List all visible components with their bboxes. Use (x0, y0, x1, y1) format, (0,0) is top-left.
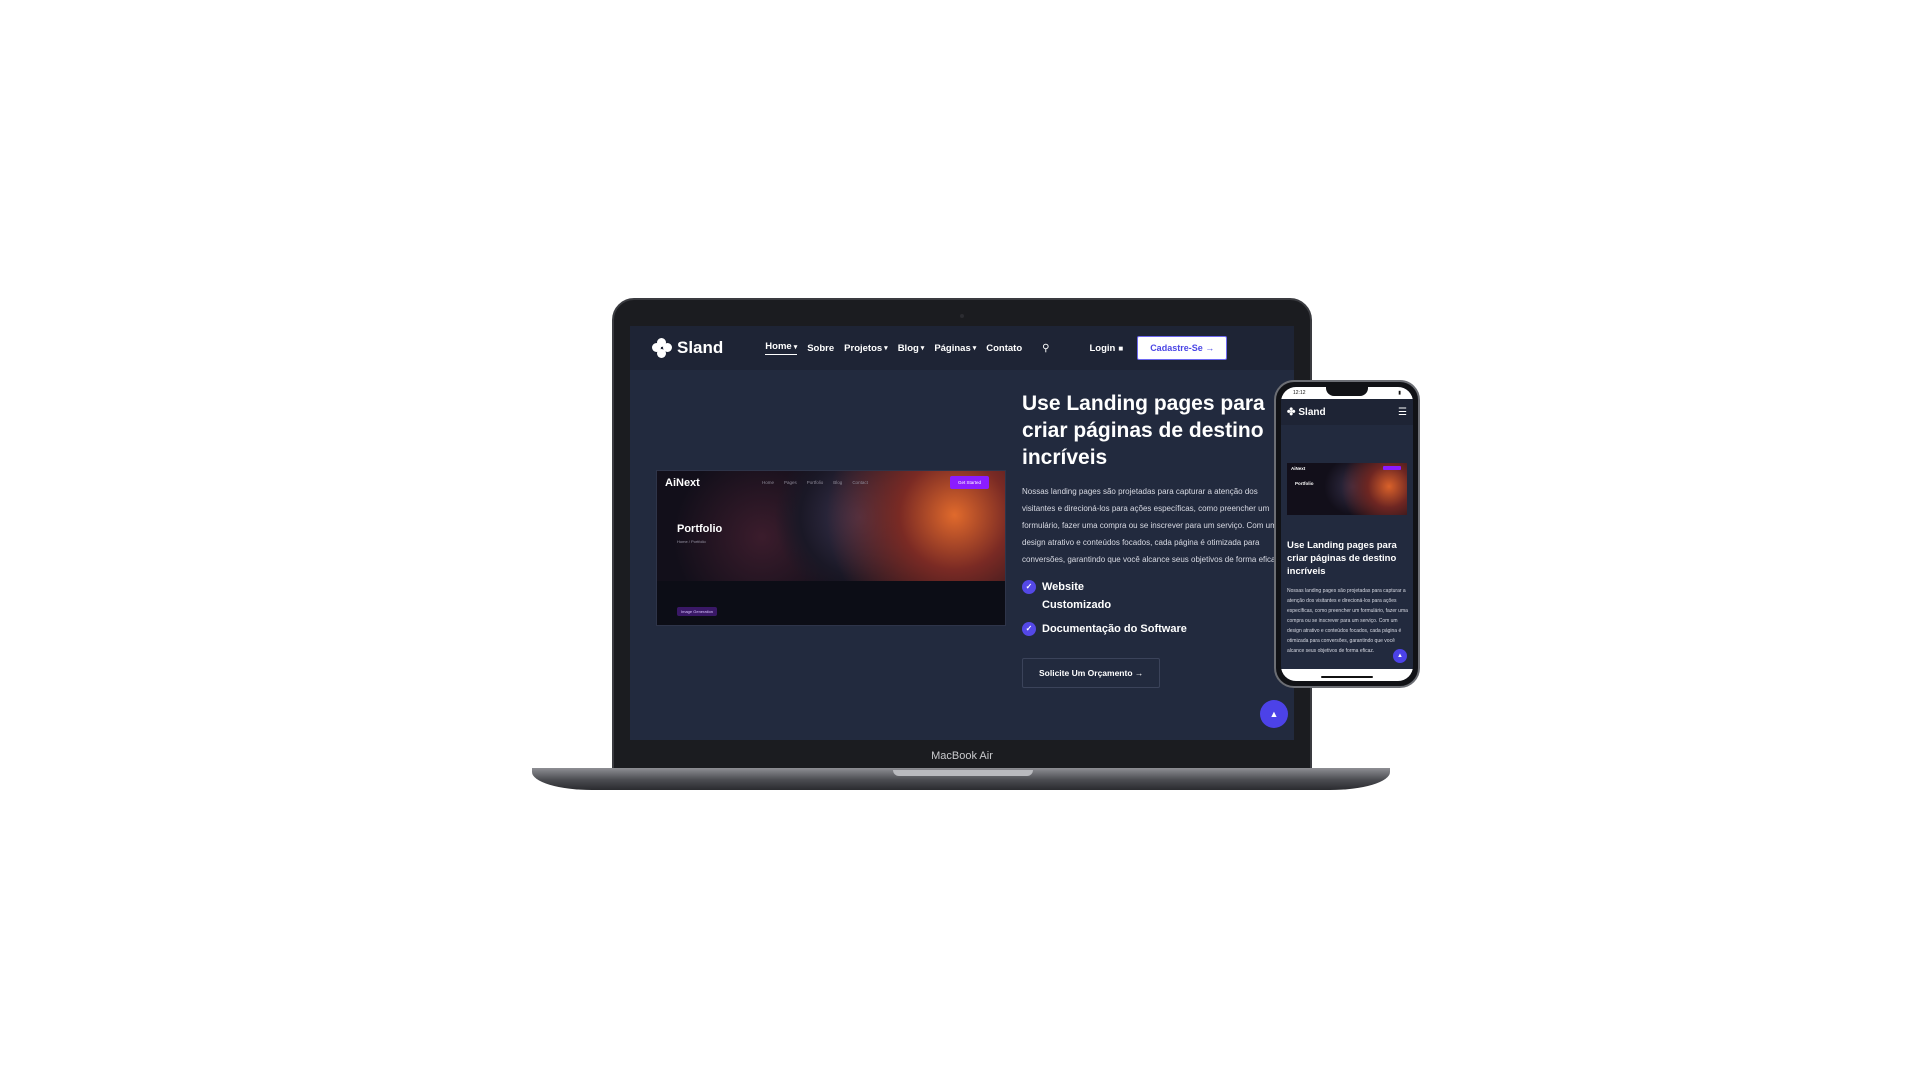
battery-icon: ▮ (1398, 390, 1401, 396)
laptop-hinge-notch (893, 770, 1033, 776)
nav-item-projetos[interactable]: Projetos ▾ (844, 343, 888, 354)
preview-menu-item: Blog (833, 480, 843, 485)
hero-title: Use Landing pages para criar páginas de … (1022, 392, 1265, 469)
phone-navbar: ✤ Sland ☰ (1281, 399, 1413, 425)
phone-brand: Sland (1298, 406, 1326, 418)
phone-hero-section: Use Landing pages para criar páginas de … (1287, 539, 1409, 666)
preview-menu-item: Contact (852, 480, 868, 485)
hamburger-menu-icon[interactable]: ☰ (1398, 407, 1407, 418)
preview-breadcrumb: Home / Portfolio (677, 539, 706, 544)
clover-logo-icon (652, 338, 672, 358)
phone-url-bar (1281, 669, 1413, 681)
nav-item-label: Home (765, 341, 792, 352)
quote-button-label: Solicite Um Orçamento (1039, 668, 1133, 678)
phone-portfolio-preview: AiNext Portfolio (1287, 463, 1407, 515)
feature-list: ✓ Website Customizado ✓ Documentação do … (1022, 578, 1284, 638)
home-indicator (1321, 676, 1373, 678)
check-icon: ✓ (1022, 580, 1036, 594)
site-brand: Sland (677, 338, 724, 357)
laptop-model-label: MacBook Air (931, 750, 993, 762)
feature-item: ✓ Documentação do Software (1022, 620, 1284, 638)
nav-item-paginas[interactable]: Páginas ▾ (934, 343, 976, 354)
nav-item-label: Sobre (807, 342, 835, 354)
portfolio-preview-image: AiNext Home Pages Portfolio Blog Contact… (656, 470, 1006, 626)
nav-links: Home ▾ Sobre Projetos ▾ Blog ▾ Páginas ▾ Con… (765, 341, 1022, 355)
nav-item-home[interactable]: Home ▾ (765, 341, 798, 355)
preview-title: Portfolio (677, 523, 723, 535)
signup-button[interactable]: Cadastre-Se → (1137, 336, 1228, 360)
preview-menu-item: Portfolio (806, 480, 824, 485)
clover-logo-icon: ✤ (1287, 406, 1296, 418)
laptop-screen: Sland Home ▾ Sobre Projetos ▾ Blog ▾ Página… (630, 326, 1294, 740)
chevron-up-icon: ▲ (1269, 709, 1279, 719)
site-logo[interactable]: Sland (652, 338, 723, 358)
login-label: Login (1089, 342, 1116, 354)
signup-label: Cadastre-Se (1150, 343, 1203, 353)
nav-item-label: Blog (897, 342, 919, 354)
hero-section: Use Landing pages para criar páginas de … (1022, 390, 1284, 688)
preview-menu-item: Home (762, 480, 775, 485)
scroll-to-top-button[interactable]: ▲ (1260, 700, 1288, 728)
preview-brand: AiNext (665, 477, 700, 489)
laptop-camera (960, 314, 964, 318)
nav-item-label: Páginas (934, 342, 971, 354)
chevron-down-icon: ▾ (920, 345, 925, 352)
feature-item: ✓ Website Customizado (1022, 578, 1284, 614)
lock-icon: ■ (1118, 343, 1124, 353)
search-icon[interactable]: ⚲ (1042, 343, 1049, 354)
preview-menu-item: Pages (784, 480, 797, 485)
phone-hero-title: Use Landing pages para criar páginas de … (1287, 540, 1397, 577)
feature-label: Website Customizado (1042, 581, 1112, 611)
chevron-down-icon: ▾ (884, 345, 888, 352)
phone-notch (1326, 387, 1368, 396)
phone-preview-cta (1383, 466, 1401, 470)
laptop-mockup: Sland Home ▾ Sobre Projetos ▾ Blog ▾ Página… (612, 298, 1312, 770)
arrow-right-icon: → (1205, 343, 1215, 353)
phone-mockup: 12:12 ▮ ✤ Sland ☰ AiNext Portfolio Use L… (1274, 380, 1420, 688)
feature-label: Documentação do Software (1042, 623, 1187, 635)
phone-time: 12:12 (1293, 390, 1306, 396)
nav-item-label: Projetos (844, 342, 883, 354)
phone-preview-title: Portfolio (1295, 481, 1314, 486)
nav-item-label: Contato (986, 342, 1023, 354)
chevron-down-icon: ▾ (793, 343, 798, 351)
site-navbar: Sland Home ▾ Sobre Projetos ▾ Blog ▾ Página… (630, 326, 1294, 370)
phone-scroll-to-top-button[interactable]: ▲ (1393, 649, 1407, 663)
login-link[interactable]: Login ■ (1089, 343, 1123, 354)
phone-site-logo[interactable]: ✤ Sland (1287, 407, 1326, 418)
check-icon: ✓ (1022, 622, 1036, 636)
preview-tag: Image Generation (677, 607, 718, 616)
nav-item-sobre[interactable]: Sobre (807, 343, 834, 354)
chevron-down-icon: ▾ (972, 345, 977, 352)
nav-item-blog[interactable]: Blog ▾ (898, 343, 925, 354)
nav-item-contato[interactable]: Contato (986, 343, 1022, 354)
preview-cta: Get Started (949, 476, 989, 489)
hero-description: Nossas landing pages são projetadas para… (1022, 487, 1282, 564)
arrow-right-icon: → (1134, 668, 1144, 678)
phone-screen: 12:12 ▮ ✤ Sland ☰ AiNext Portfolio Use L… (1281, 387, 1413, 681)
phone-preview-brand: AiNext (1291, 466, 1306, 471)
phone-hero-description: Nossas landing pages são projetadas para… (1287, 588, 1408, 654)
quote-button[interactable]: Solicite Um Orçamento → (1022, 658, 1161, 688)
mockup-stage: Sland Home ▾ Sobre Projetos ▾ Blog ▾ Página… (0, 0, 1920, 1080)
preview-menu: Home Pages Portfolio Blog Contact (762, 480, 868, 485)
